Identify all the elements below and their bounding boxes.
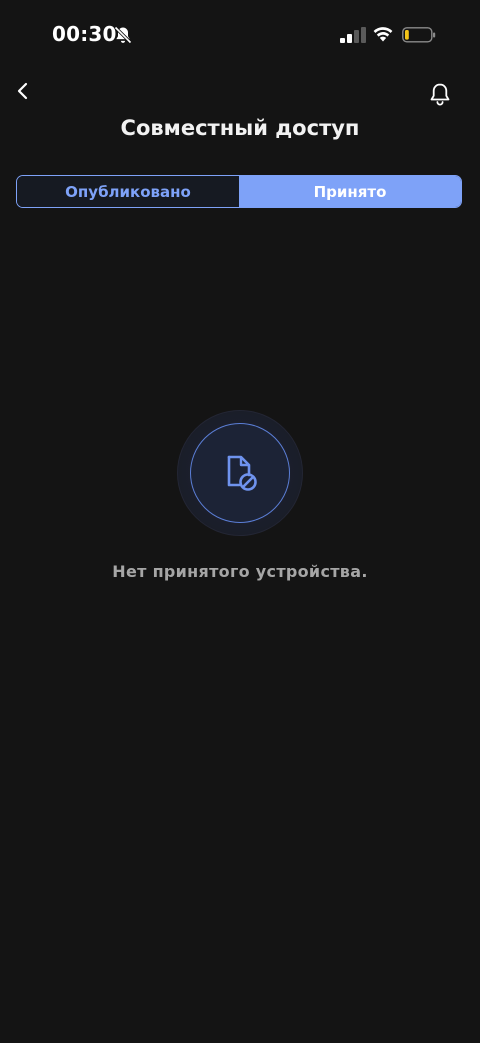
tab-bar: Опубликовано Принято [16, 175, 462, 208]
tab-accepted[interactable]: Принято [239, 176, 461, 207]
back-button[interactable] [10, 78, 36, 104]
chevron-left-icon [17, 82, 28, 100]
signal-icon [340, 27, 366, 43]
wifi-icon [373, 27, 393, 42]
tab-published[interactable]: Опубликовано [17, 176, 239, 207]
page-title: Совместный доступ [120, 116, 360, 140]
file-blocked-icon [227, 455, 257, 491]
status-time: 00:30 [52, 22, 117, 46]
notifications-button[interactable] [426, 80, 454, 108]
bell-icon [430, 83, 450, 106]
empty-state-circle [190, 423, 290, 523]
status-bar: 00:30 [0, 0, 480, 70]
battery-icon [402, 27, 436, 43]
bell-off-icon [114, 26, 132, 44]
empty-state-message: Нет принятого устройства. [112, 562, 368, 581]
